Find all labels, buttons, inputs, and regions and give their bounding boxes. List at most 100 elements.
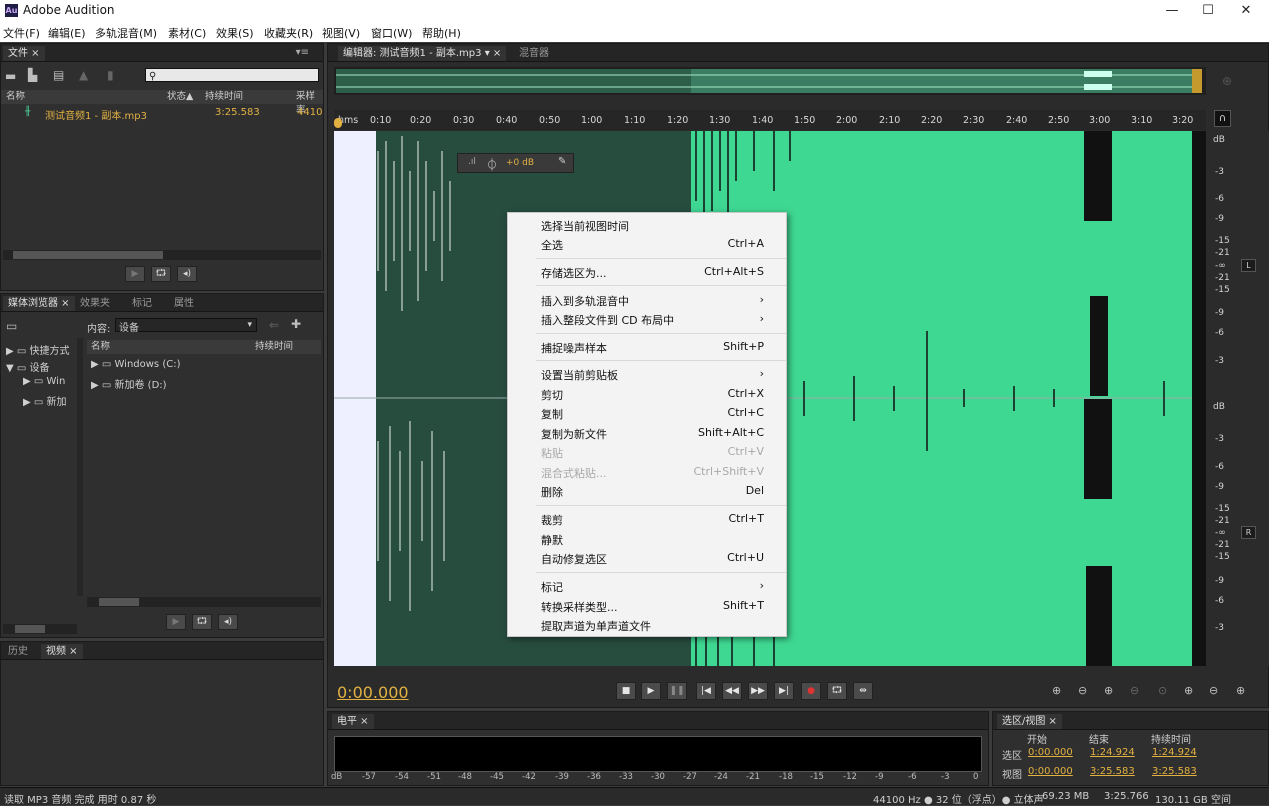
tab-history[interactable]: 历史 — [3, 644, 33, 659]
menu-clip[interactable]: 素材(C) — [168, 25, 206, 41]
menu-effects[interactable]: 效果(S) — [216, 25, 254, 41]
menu-item-set-clipboard[interactable]: 设置当前剪贴板 › — [508, 364, 786, 384]
play-button[interactable]: ▶ — [641, 682, 661, 700]
loop-button[interactable]: ⮔ — [827, 682, 847, 700]
tab-mixer[interactable]: 混音器 — [514, 46, 554, 61]
auto-play-button[interactable]: ◂) — [218, 614, 238, 630]
menu-item-paste[interactable]: 粘贴 Ctrl+V — [508, 442, 786, 462]
h-scrollbar[interactable] — [3, 250, 321, 260]
panel-menu-icon[interactable]: ▾≡ — [296, 47, 309, 58]
play-preview-button[interactable]: ▶ — [125, 266, 145, 282]
auto-play-button[interactable]: ◂) — [177, 266, 197, 282]
tab-markers[interactable]: 标记 — [127, 296, 157, 311]
pin-icon[interactable]: ✎ — [558, 156, 566, 167]
h-scrollbar[interactable] — [3, 624, 77, 634]
pause-button[interactable]: ❚❚ — [667, 682, 687, 700]
menu-item-marker[interactable]: 标记 › — [508, 576, 786, 596]
tree-devices[interactable]: ▼ ▭ 设备 — [6, 359, 50, 374]
content-dropdown[interactable]: 设备 ▾ — [115, 318, 257, 334]
channel-right-toggle[interactable]: R — [1241, 526, 1256, 539]
tree-shortcuts[interactable]: ▶ ▭ 快捷方式 — [6, 342, 70, 357]
splitter[interactable] — [77, 338, 83, 596]
menu-item-mix-paste[interactable]: 混合式粘贴... Ctrl+Shift+V — [508, 462, 786, 482]
menu-item-convert-sample-type[interactable]: 转换采样类型... Shift+T — [508, 596, 786, 616]
open-folder-icon[interactable]: ▬ — [5, 69, 16, 83]
col-name[interactable]: 名称 — [6, 90, 25, 104]
playhead-marker[interactable] — [334, 118, 342, 128]
record-button[interactable]: ● — [801, 682, 821, 700]
import-icon[interactable]: ▙ — [28, 68, 37, 82]
zoom-out-point-icon[interactable]: ⊖ — [1209, 684, 1218, 697]
stop-button[interactable]: ■ — [616, 682, 636, 700]
tab-media-browser[interactable]: 媒体浏览器 × — [3, 296, 75, 311]
menu-item-silence[interactable]: 静默 — [508, 529, 786, 549]
col-duration[interactable]: 持续时间 — [205, 90, 243, 104]
play-preview-button[interactable]: ▶ — [166, 614, 186, 630]
go-start-button[interactable]: |◀ — [696, 682, 716, 700]
tab-files[interactable]: 文件 × — [3, 46, 45, 61]
tab-effects-rack[interactable]: 效果夹 — [75, 296, 115, 311]
headphone-icon[interactable]: ∩ — [1214, 110, 1231, 127]
menu-item-insert-multitrack[interactable]: 插入到多轨混音中 › — [508, 290, 786, 310]
h-scrollbar[interactable] — [87, 597, 321, 607]
menu-favorites[interactable]: 收藏夹(R) — [264, 25, 313, 41]
new-file-icon[interactable]: ▤ — [53, 68, 64, 82]
menu-item-delete[interactable]: 删除 Del — [508, 481, 786, 501]
view-end[interactable]: 3:25.583 — [1090, 766, 1135, 777]
tab-selection-view[interactable]: 选区/视图 × — [997, 714, 1062, 729]
zoom-icon[interactable]: ⊕ — [1222, 74, 1232, 88]
menu-window[interactable]: 窗口(W) — [371, 25, 412, 41]
close-button[interactable]: ✕ — [1223, 0, 1269, 22]
time-ruler[interactable]: hms 0:10 0:20 0:30 0:40 0:50 1:00 1:10 1… — [334, 110, 1206, 130]
hud-volume[interactable]: .ıl ⏀ +0 dB ✎ — [457, 153, 574, 173]
menu-item-insert-cd[interactable]: 插入整段文件到 CD 布局中 › — [508, 309, 786, 329]
menu-item-extract-mono[interactable]: 提取声道为单声道文件 — [508, 615, 786, 635]
menu-view[interactable]: 视图(V) — [322, 25, 360, 41]
rewind-button[interactable]: ◀◀ — [722, 682, 742, 700]
menu-item-auto-heal[interactable]: 自动修复选区 Ctrl+U — [508, 548, 786, 568]
tab-video[interactable]: 视频 × — [41, 644, 83, 659]
tree-new-volume[interactable]: ▶ ▭ 新加 — [23, 393, 67, 408]
current-time-display[interactable]: 0:00.000 — [337, 683, 409, 702]
file-search-input[interactable]: ⚲ — [145, 68, 319, 82]
menu-item-crop[interactable]: 裁剪 Ctrl+T — [508, 509, 786, 529]
menu-item-save-selection[interactable]: 存储选区为... Ctrl+Alt+S — [508, 262, 786, 282]
tab-level[interactable]: 电平 × — [332, 714, 374, 729]
skip-selection-button[interactable]: ⇹ — [853, 682, 873, 700]
menu-help[interactable]: 帮助(H) — [422, 25, 461, 41]
col-status[interactable]: 状态▲ — [167, 90, 193, 104]
zoom-selection-icon[interactable]: ⊕ — [1236, 684, 1245, 697]
drive-icon[interactable]: ▭ — [6, 319, 17, 333]
view-duration[interactable]: 3:25.583 — [1152, 766, 1197, 777]
channel-left-toggle[interactable]: L — [1241, 259, 1256, 272]
zoom-in-amplitude-icon[interactable]: ⊕ — [1052, 684, 1061, 697]
menu-multitrack[interactable]: 多轨混音(M) — [95, 25, 157, 41]
menu-item-select-all[interactable]: 全选 Ctrl+A — [508, 234, 786, 254]
list-item[interactable]: ▶ ▭ 新加卷 (D:) — [91, 376, 167, 391]
zoom-out-time-icon[interactable]: ⊖ — [1130, 684, 1139, 697]
selection-duration[interactable]: 1:24.924 — [1152, 747, 1197, 758]
file-row[interactable]: ╫ 测试音频1 - 副本.mp3 3:25.583 4410 — [1, 106, 323, 122]
menu-file[interactable]: 文件(F) — [3, 25, 40, 41]
loop-preview-button[interactable]: ⮔ — [192, 614, 212, 630]
fast-forward-button[interactable]: ▶▶ — [748, 682, 768, 700]
menu-item-copy-new-file[interactable]: 复制为新文件 Shift+Alt+C — [508, 423, 786, 443]
loop-preview-button[interactable]: ⮔ — [151, 266, 171, 282]
view-start[interactable]: 0:00.000 — [1028, 766, 1073, 777]
menu-item-cut[interactable]: 剪切 Ctrl+X — [508, 384, 786, 404]
menu-item-select-view-time[interactable]: 选择当前视图时间 — [508, 215, 786, 235]
add-shortcut-icon[interactable]: ✚ — [291, 317, 301, 331]
list-item[interactable]: ▶ ▭ Windows (C:) — [91, 359, 180, 370]
tree-windows[interactable]: ▶ ▭ Win — [23, 376, 65, 387]
zoom-out-full-icon[interactable]: ⊙ — [1158, 684, 1167, 697]
zoom-in-time-icon[interactable]: ⊕ — [1104, 684, 1113, 697]
volume-knob-icon[interactable]: ⏀ — [486, 156, 498, 173]
overview-navigator[interactable] — [334, 67, 1206, 95]
menu-item-capture-noise[interactable]: 捕捉噪声样本 Shift+P — [508, 337, 786, 357]
back-icon[interactable]: ⇐ — [269, 318, 279, 332]
go-end-button[interactable]: ▶| — [774, 682, 794, 700]
selection-start[interactable]: 0:00.000 — [1028, 747, 1073, 758]
menu-edit[interactable]: 编辑(E) — [48, 25, 86, 41]
selection-end[interactable]: 1:24.924 — [1090, 747, 1135, 758]
menu-item-copy[interactable]: 复制 Ctrl+C — [508, 403, 786, 423]
